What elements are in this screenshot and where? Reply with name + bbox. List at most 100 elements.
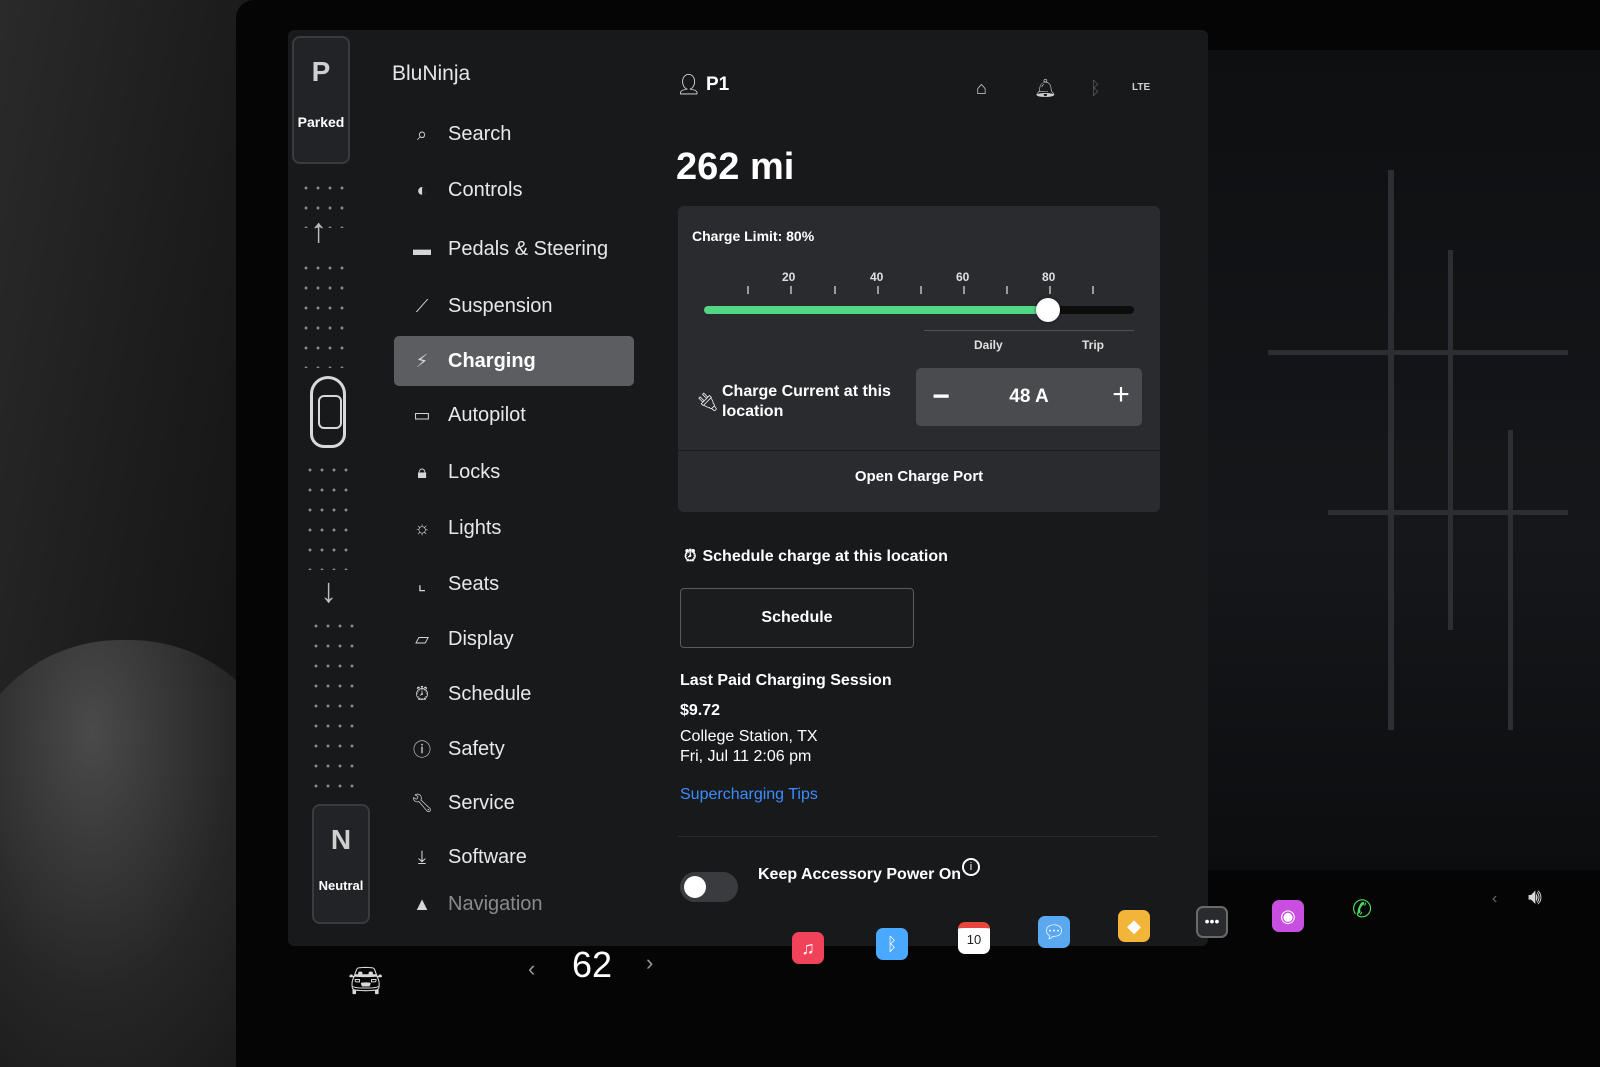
last-session-time: Fri, Jul 11 2:06 pm xyxy=(680,748,812,765)
bluetooth-icon[interactable]: ᛒ xyxy=(876,928,908,960)
car-icon[interactable]: 🚘︎ xyxy=(348,964,384,997)
home-icon[interactable]: ⌂ xyxy=(976,78,987,99)
car-top-icon xyxy=(310,376,346,448)
slider-fill xyxy=(704,306,1048,314)
schedule-button[interactable]: Schedule xyxy=(680,588,914,648)
profile-name[interactable]: BluNinja xyxy=(392,62,470,86)
slider-tick xyxy=(877,286,879,294)
card-divider xyxy=(678,450,1160,451)
tick-label-60: 60 xyxy=(956,270,970,284)
temperature-decrease-button[interactable]: ‹ xyxy=(528,956,535,982)
bluetooth-icon[interactable]: ᛒ xyxy=(1090,78,1101,99)
sidebar-item-pedals-steering[interactable]: ▬ Pedals & Steering xyxy=(394,220,634,278)
podcast-icon[interactable]: ◉ xyxy=(1272,900,1304,932)
gear-dots xyxy=(300,258,350,368)
slider-tick xyxy=(920,286,922,294)
sidebar-item-label: Navigation xyxy=(448,892,543,915)
toggle-icon: ◐ xyxy=(416,179,428,200)
charge-limit-slider[interactable] xyxy=(704,298,1134,322)
arrow-down-icon: ↓ xyxy=(320,572,337,610)
user-profile-name[interactable]: P1 xyxy=(706,74,729,96)
charge-current-value: 48 A xyxy=(1009,386,1049,407)
sidebar-item-schedule[interactable]: ⏰︎ Schedule xyxy=(394,666,634,722)
slider-tick xyxy=(1049,286,1051,294)
sidebar-item-search[interactable]: ⌕ Search xyxy=(394,108,634,160)
sidebar-item-autopilot[interactable]: ▭ Autopilot xyxy=(394,386,634,444)
sidebar-item-lights[interactable]: ☼ Lights xyxy=(394,500,634,556)
navigation-icon: ▲ xyxy=(413,893,431,914)
gear-letter-n: N xyxy=(330,824,352,855)
slider-tick xyxy=(790,286,792,294)
tick-label-80: 80 xyxy=(1042,270,1056,284)
charge-current-stepper: − 48 A + xyxy=(916,368,1142,426)
gear-dots xyxy=(310,616,360,796)
gear-selector[interactable]: P Parked ↑ ↓ N Neutral xyxy=(290,36,370,926)
gear-dots xyxy=(304,460,354,570)
sidebar-item-locks[interactable]: 🔒︎ Locks xyxy=(394,444,634,500)
sidebar-item-navigation[interactable]: ▲ Navigation xyxy=(394,884,634,924)
volume-icon[interactable]: 🔊︎ xyxy=(1528,884,1542,910)
temperature-increase-button[interactable]: › xyxy=(646,950,653,976)
charge-current-label: Charge Current at this location xyxy=(722,383,891,420)
accessory-power-toggle[interactable] xyxy=(680,872,738,902)
supercharging-tips-link[interactable]: Supercharging Tips xyxy=(680,786,818,804)
sidebar-item-suspension[interactable]: ⟋ Suspension xyxy=(394,278,634,334)
slider-tick xyxy=(963,286,965,294)
lte-signal-icon: LTE xyxy=(1132,82,1151,93)
gear-park[interactable]: P Parked xyxy=(292,36,350,164)
messages-icon[interactable]: 💬︎ xyxy=(1038,916,1070,948)
alarm-icon: ⏰︎ xyxy=(684,548,697,565)
sidebar-item-display[interactable]: ▱ Display xyxy=(394,612,634,666)
sidebar-item-service[interactable]: 🔧︎ Service xyxy=(394,776,634,830)
sidebar-item-label: Service xyxy=(448,791,515,814)
range-display: 262 mi xyxy=(676,146,795,188)
decrease-current-button[interactable]: − xyxy=(926,380,956,414)
wrench-icon: ⟋ xyxy=(415,295,429,316)
music-icon[interactable]: ♫ xyxy=(792,932,824,964)
sidebar-item-label: Locks xyxy=(448,460,501,483)
sidebar-item-label: Display xyxy=(448,627,514,650)
gear-label-parked: Parked xyxy=(297,114,345,130)
gear-neutral[interactable]: N Neutral xyxy=(312,804,370,924)
gear-letter-p: P xyxy=(311,56,331,87)
lightning-icon: ⚡ xyxy=(415,350,429,371)
section-divider xyxy=(678,836,1158,837)
seat-icon: ⌞ xyxy=(417,573,427,594)
bell-icon[interactable]: 🔔︎ xyxy=(1034,78,1057,99)
plug-icon: 🔌︎ xyxy=(696,392,719,412)
sidebar-item-label: Pedals & Steering xyxy=(448,237,609,260)
last-session-location: College Station, TX xyxy=(680,728,818,745)
slider-tick xyxy=(747,286,749,294)
calendar-icon[interactable]: 10 xyxy=(958,922,990,954)
cabin-temperature[interactable]: 62 xyxy=(572,944,612,986)
sidebar-item-charging[interactable]: ⚡ Charging xyxy=(394,336,634,386)
tick-label-40: 40 xyxy=(870,270,884,284)
map-panel[interactable] xyxy=(1208,50,1600,870)
search-icon: ⌕ xyxy=(416,123,428,144)
more-icon[interactable]: ••• xyxy=(1196,906,1228,938)
sidebar-item-label: Seats xyxy=(448,572,500,595)
increase-current-button[interactable]: + xyxy=(1106,378,1136,412)
phone-icon[interactable]: ✆ xyxy=(1346,894,1378,926)
sidebar-item-controls[interactable]: ◐ Controls xyxy=(394,160,634,220)
sidebar-item-software[interactable]: ⤓ Software xyxy=(394,830,634,884)
sidebar-item-safety[interactable]: ⓘ Safety xyxy=(394,722,634,776)
sidebar-item-label: Suspension xyxy=(448,294,553,317)
sidebar-item-label: Search xyxy=(448,122,512,145)
toybox-icon[interactable]: ◆ xyxy=(1118,910,1150,942)
sun-icon: ☼ xyxy=(413,517,431,538)
last-session-title: Last Paid Charging Session xyxy=(680,672,892,689)
sidebar-item-label: Charging xyxy=(448,349,536,372)
accessory-power-label: Keep Accessory Power On xyxy=(758,866,962,883)
slider-handle[interactable] xyxy=(1036,298,1060,322)
sidebar-item-seats[interactable]: ⌞ Seats xyxy=(394,556,634,612)
daily-trip-divider xyxy=(924,330,1134,331)
open-charge-port-button[interactable]: Open Charge Port xyxy=(678,468,1160,485)
schedule-charge-row: ⏰︎ Schedule charge at this location xyxy=(684,548,948,566)
sidebar-item-label: Lights xyxy=(448,516,502,539)
info-icon[interactable]: i xyxy=(962,858,980,876)
trip-label: Trip xyxy=(1082,338,1105,352)
charge-limit-label: Charge Limit: 80% xyxy=(692,228,815,244)
user-icon[interactable]: 👤︎ xyxy=(676,72,701,97)
chevron-left-icon[interactable]: ‹ xyxy=(1492,890,1497,908)
